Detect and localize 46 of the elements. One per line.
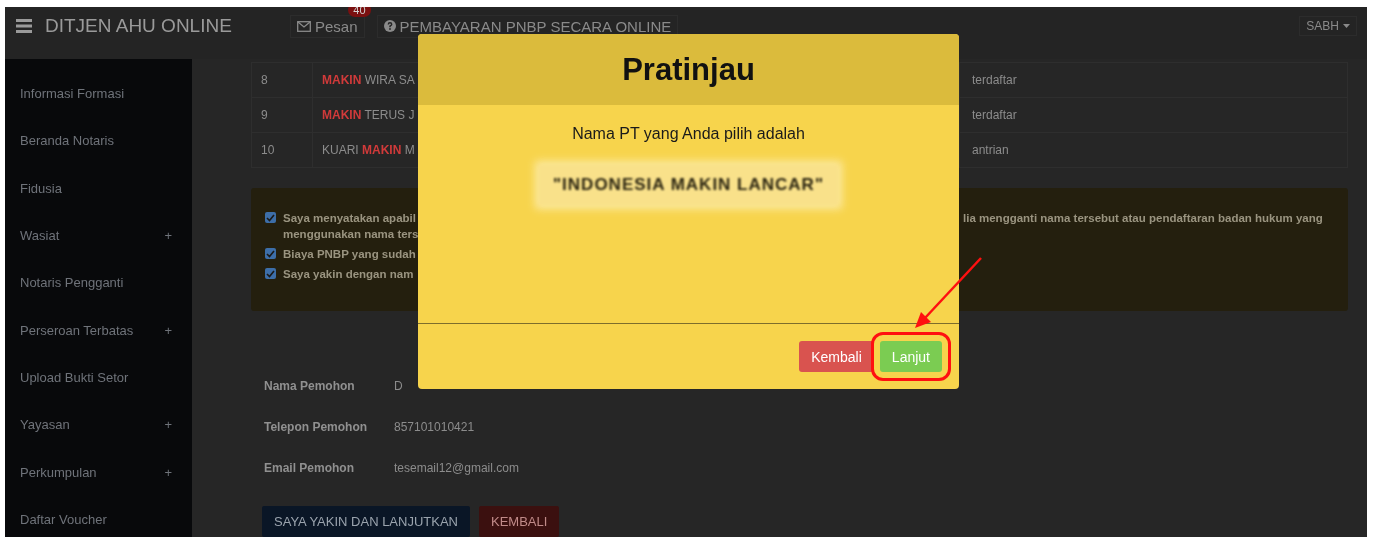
- sidebar-item[interactable]: Daftar Voucher: [5, 495, 192, 537]
- checkbox[interactable]: [265, 268, 276, 279]
- messages-button[interactable]: Pesan: [290, 14, 365, 38]
- expand-toggle[interactable]: +: [164, 228, 172, 244]
- field-value: D: [394, 378, 403, 393]
- field-value: tesemail12@gmail.com: [394, 460, 519, 475]
- sidebar-item[interactable]: Fidusia: [5, 164, 192, 212]
- field-label: Telepon Pemohon: [264, 419, 369, 434]
- sidebar-item[interactable]: Upload Bukti Setor: [5, 353, 192, 402]
- expand-toggle[interactable]: +: [164, 322, 172, 338]
- agreement-text: Saya yakin dengan nam: [283, 267, 415, 282]
- company-name: "INDONESIA MAKIN LANCAR": [539, 165, 838, 205]
- table-cell: 8: [252, 63, 313, 97]
- menu-icon[interactable]: [16, 19, 32, 33]
- field-label: Nama Pemohon: [264, 378, 356, 393]
- action-button[interactable]: KEMBALI: [479, 506, 560, 537]
- action-button[interactable]: SAYA YAKIN DAN LANJUTKAN: [262, 506, 470, 537]
- expand-toggle[interactable]: +: [164, 417, 172, 433]
- pointer-arrow: [915, 257, 982, 328]
- sidebar-item[interactable]: Wasiat +: [5, 211, 192, 260]
- field-value: 857101010421: [394, 419, 475, 434]
- table-cell: 10: [252, 133, 313, 167]
- brand-title[interactable]: DITJEN AHU ONLINE: [45, 15, 290, 37]
- sidebar-item[interactable]: Perkumpulan +: [5, 448, 192, 496]
- checkbox[interactable]: [265, 212, 276, 223]
- caret-icon: [1343, 24, 1350, 28]
- agreement-text: Saya menyatakan apabil: [283, 211, 417, 226]
- sidebar-item[interactable]: Yayasan +: [5, 401, 192, 449]
- expand-toggle[interactable]: +: [164, 464, 172, 480]
- table-cell-text: terdaftar: [971, 107, 1018, 124]
- field-label: Email Pemohon: [264, 460, 356, 475]
- agreement-text: lia mengganti nama tersebut atau pendaftaran badan hukum yang: [963, 211, 1323, 226]
- table-cell-text: terdaftar: [971, 72, 1018, 89]
- sidebar-item[interactable]: Notaris Pengganti: [5, 259, 192, 307]
- envelope-icon: [297, 20, 311, 32]
- table-cell-text: antrian: [971, 142, 1010, 159]
- user-menu[interactable]: SABH: [1299, 16, 1357, 36]
- sidebar-item[interactable]: Informasi Formasi: [5, 70, 192, 118]
- checkbox[interactable]: [265, 248, 276, 259]
- sidebar-item[interactable]: Perseroan Terbatas +: [5, 306, 192, 354]
- help-icon: [383, 20, 396, 32]
- sidebar-item[interactable]: Beranda Notaris: [5, 117, 192, 165]
- agreement-text: Biaya PNBP yang sudah: [283, 247, 417, 262]
- table-cell: 9: [252, 98, 313, 132]
- agreement-text: menggunakan nama ters: [283, 227, 420, 242]
- dialog-button[interactable]: Kembali: [799, 341, 874, 372]
